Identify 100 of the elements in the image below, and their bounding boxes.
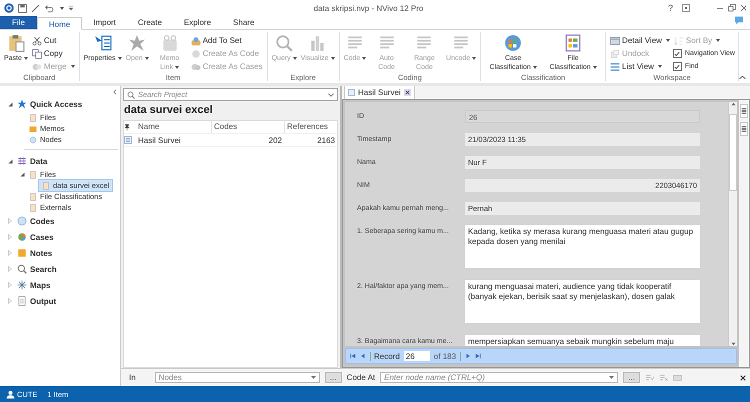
collapsed-arrow-icon[interactable] — [8, 234, 12, 240]
ribbon-tab[interactable]: Create — [126, 16, 173, 29]
undo-icon[interactable] — [44, 4, 54, 12]
collapse-pane-icon[interactable] — [113, 89, 117, 95]
expanded-arrow-icon[interactable] — [8, 158, 12, 164]
code-at-label: Code At — [346, 373, 376, 382]
tree-item[interactable]: Maps — [14, 280, 54, 290]
set-icon — [190, 36, 201, 46]
ribbon-button[interactable]: Detail View — [609, 36, 671, 46]
tree-item[interactable]: Output — [14, 296, 60, 306]
side-tab[interactable] — [740, 104, 748, 118]
star-icon — [17, 99, 27, 109]
pin-icon[interactable] — [124, 124, 131, 130]
search-icon — [127, 90, 135, 98]
column-header[interactable]: Name — [136, 121, 211, 133]
text-field[interactable]: kurang menguasai materi, audience yang tidak kooperatif (banyak ejekan, berisik saat sy menjelaskan), dosen galak — [465, 280, 700, 323]
circles-icon — [190, 62, 201, 72]
window-icon — [610, 36, 620, 46]
ribbon-display-icon[interactable] — [682, 4, 690, 12]
table-icon — [564, 34, 582, 52]
close-icon[interactable] — [740, 374, 746, 380]
side-tab[interactable] — [740, 122, 748, 136]
table-cell-text: Hasil Survei — [137, 136, 182, 144]
checkbox[interactable] — [672, 49, 682, 58]
document-icon — [17, 296, 27, 306]
lines-icon — [741, 106, 747, 116]
dropdown-icon[interactable] — [328, 92, 334, 96]
ribbon-tab[interactable]: Share — [222, 16, 266, 29]
previous-record-icon[interactable] — [360, 353, 366, 359]
scrollbar[interactable] — [728, 102, 737, 346]
browse-button[interactable]: ... — [324, 372, 342, 383]
nodes-dropdown[interactable]: Nodes — [154, 372, 320, 383]
ribbon-tab[interactable]: Home — [36, 17, 82, 30]
tree-item[interactable]: Notes — [14, 248, 56, 258]
copy-icon — [32, 48, 42, 58]
collapse-ribbon-icon[interactable] — [739, 75, 746, 80]
collapsed-arrow-icon[interactable] — [8, 298, 12, 304]
scroll-down-icon[interactable] — [730, 342, 736, 346]
pie-grid-icon — [504, 34, 522, 52]
customize-icon[interactable] — [68, 5, 74, 11]
browse-button[interactable]: ... — [623, 372, 640, 383]
ribbon-button[interactable]: Add To Set — [190, 36, 264, 46]
record-total: of 183 — [434, 352, 462, 360]
pie-icon — [17, 232, 27, 242]
file-menu-button[interactable]: File — [0, 16, 37, 29]
lines-icon — [741, 124, 747, 134]
expanded-arrow-icon[interactable] — [8, 102, 12, 106]
ribbon-button[interactable]: Copy — [30, 48, 76, 58]
checkbox[interactable] — [672, 62, 682, 71]
logo-icon — [4, 3, 14, 13]
collapsed-arrow-icon[interactable] — [8, 250, 12, 256]
column-header[interactable]: Codes — [211, 121, 284, 133]
last-record-icon[interactable] — [475, 353, 482, 359]
list-icon — [610, 62, 620, 72]
node-name-field[interactable]: Enter node name (CTRL+Q) — [380, 372, 618, 383]
tree-item[interactable]: Quick Access — [14, 98, 86, 110]
document-tab[interactable]: Hasil Survei — [344, 85, 415, 99]
window-title: data skripsi.nvp - NVivo 12 Pro — [312, 4, 424, 12]
circles-icon — [32, 62, 42, 72]
collapsed-arrow-icon[interactable] — [8, 266, 12, 272]
next-record-icon[interactable] — [465, 353, 472, 359]
user-icon — [6, 390, 15, 398]
search-icon — [17, 264, 27, 274]
snowflake-icon — [17, 280, 27, 290]
collapsed-arrow-icon[interactable] — [8, 218, 12, 224]
list-title: data survei excel — [123, 103, 214, 118]
tree-item[interactable]: Search — [14, 264, 60, 274]
expanded-arrow-icon[interactable] — [20, 172, 24, 177]
tree-item[interactable]: Codes — [14, 216, 58, 226]
restore-icon[interactable] — [728, 4, 736, 12]
help-button[interactable]: ? — [662, 3, 678, 13]
column-header[interactable]: References — [284, 121, 337, 133]
close-icon[interactable] — [404, 89, 411, 96]
clipboard-icon — [6, 34, 25, 52]
tree-item[interactable]: Data — [14, 156, 50, 166]
sort-icon — [674, 36, 684, 46]
file-icon — [124, 136, 132, 144]
text-field[interactable]: mempersiapkan semuanya sebaik mungkin sebelum maju — [465, 335, 700, 346]
speech-bubble-icon[interactable] — [734, 16, 744, 25]
check-icon — [674, 50, 680, 56]
collapsed-arrow-icon[interactable] — [8, 282, 12, 288]
scroll-up-icon[interactable] — [730, 102, 736, 106]
circle-icon — [17, 216, 27, 226]
tree-item[interactable]: Cases — [14, 232, 57, 242]
circle-icon — [190, 48, 201, 58]
grid-icon — [17, 156, 27, 166]
record-field[interactable]: 26 — [404, 351, 430, 361]
ribbon-tab[interactable]: Explore — [172, 16, 222, 29]
check-icon — [674, 64, 680, 70]
text-field[interactable]: Kadang, ketika sy merasa kurang menguasa materi atau gugup kepada dosen yang menilai — [465, 225, 700, 268]
list-pointer-icon — [94, 34, 112, 52]
dropdown-icon — [609, 376, 614, 379]
ribbon-tab[interactable]: Import — [82, 16, 127, 29]
ribbon-button[interactable]: Cut — [30, 36, 76, 46]
pen-icon[interactable] — [31, 4, 40, 12]
caret-icon — [60, 6, 64, 10]
dropdown-icon — [310, 376, 316, 379]
first-record-icon[interactable] — [350, 353, 356, 359]
save-icon[interactable] — [18, 4, 27, 12]
ribbon-button[interactable]: List View — [609, 62, 671, 72]
